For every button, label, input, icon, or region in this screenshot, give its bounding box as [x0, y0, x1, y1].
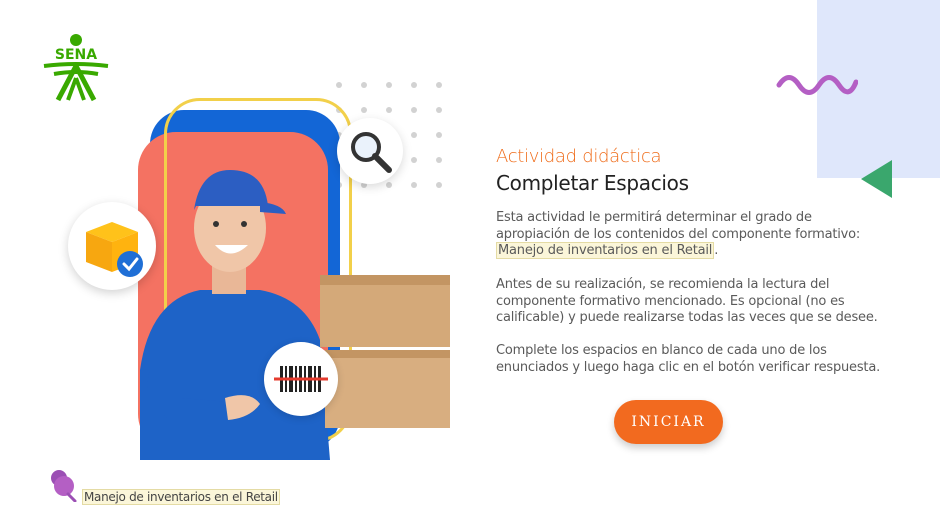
- intro-paragraph: Esta actividad le permitirá determinar e…: [496, 210, 886, 260]
- barcode-badge: [264, 342, 338, 416]
- box-check-icon: [86, 222, 143, 277]
- intro-suffix: .: [714, 243, 719, 258]
- pin-icon: [51, 470, 77, 502]
- page-title: Completar Espacios: [496, 171, 689, 195]
- instructions-paragraph: Complete los espacios en blanco de cada …: [496, 343, 881, 375]
- product-check-badge: [68, 202, 156, 290]
- course-name-highlight: Manejo de inventarios en el Retail: [496, 242, 715, 259]
- intro-text: Esta actividad le permitirá determinar e…: [496, 210, 861, 242]
- triangle-decoration-icon: [861, 160, 892, 198]
- barcode-icon: [274, 366, 328, 392]
- search-badge: [337, 118, 403, 184]
- logo-text: SENA: [55, 47, 97, 63]
- recommendation-paragraph: Antes de su realización, se recomienda l…: [496, 277, 878, 325]
- search-icon: [351, 132, 392, 173]
- footer-course-label: Manejo de inventarios en el Retail: [82, 489, 280, 505]
- wave-decoration-icon: [776, 75, 858, 95]
- start-button[interactable]: INICIAR: [614, 400, 723, 444]
- activity-subtitle: Actividad didáctica: [496, 146, 662, 167]
